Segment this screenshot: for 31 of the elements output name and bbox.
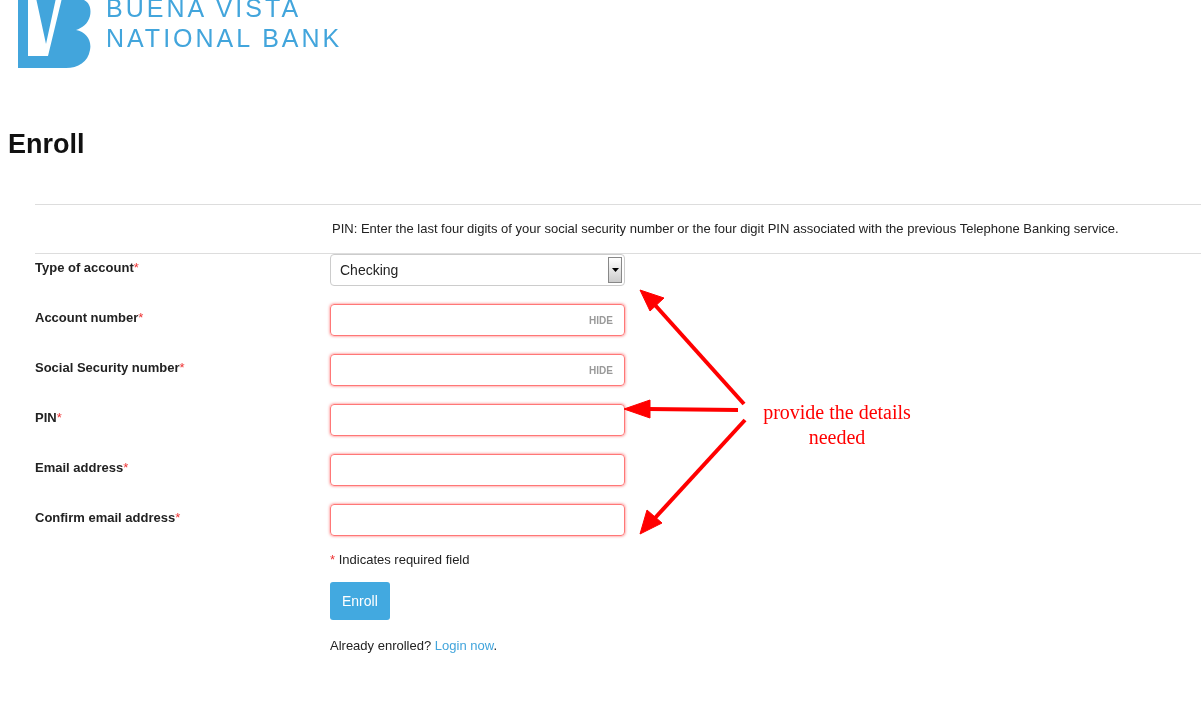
- field-label: Email address: [35, 460, 124, 475]
- period: .: [493, 638, 497, 653]
- input-field[interactable]: HIDE: [330, 304, 625, 336]
- field-label: PIN: [35, 410, 57, 425]
- annotation-text: provide the details needed: [762, 400, 912, 450]
- input-field[interactable]: [330, 504, 625, 536]
- input-field[interactable]: [330, 404, 625, 436]
- login-prompt: Already enrolled?: [330, 638, 432, 653]
- input-field[interactable]: [330, 454, 625, 486]
- enroll-button[interactable]: Enroll: [330, 582, 390, 620]
- hide-toggle[interactable]: HIDE: [589, 314, 613, 326]
- required-mark: *: [56, 410, 62, 425]
- page-heading: Enroll: [8, 128, 86, 160]
- pin-note: PIN: Enter the last four digits of your social security number or the four digit PIN associated with the previous Telephone Banking service.: [332, 221, 1119, 236]
- required-mark: *: [133, 260, 139, 275]
- required-mark: *: [175, 510, 181, 525]
- input-field[interactable]: HIDE: [330, 354, 625, 386]
- hide-toggle[interactable]: HIDE: [589, 364, 613, 376]
- field-label: Confirm email address: [35, 510, 176, 525]
- field-label: Type of account: [35, 260, 134, 275]
- required-note: Indicates required field: [338, 552, 470, 567]
- required-mark: *: [179, 360, 185, 375]
- field-label: Account number: [35, 310, 139, 325]
- required-mark: *: [123, 460, 129, 475]
- account-type-dropdown[interactable]: Checking: [330, 254, 625, 286]
- bank-name: NATIONAL BANK: [106, 23, 343, 53]
- caret-icon[interactable]: [608, 257, 622, 283]
- field-label: Social Security number: [35, 360, 180, 375]
- bank-name: BUENA VISTA: [106, 0, 303, 23]
- required-mark: *: [330, 552, 336, 567]
- required-mark: *: [138, 310, 144, 325]
